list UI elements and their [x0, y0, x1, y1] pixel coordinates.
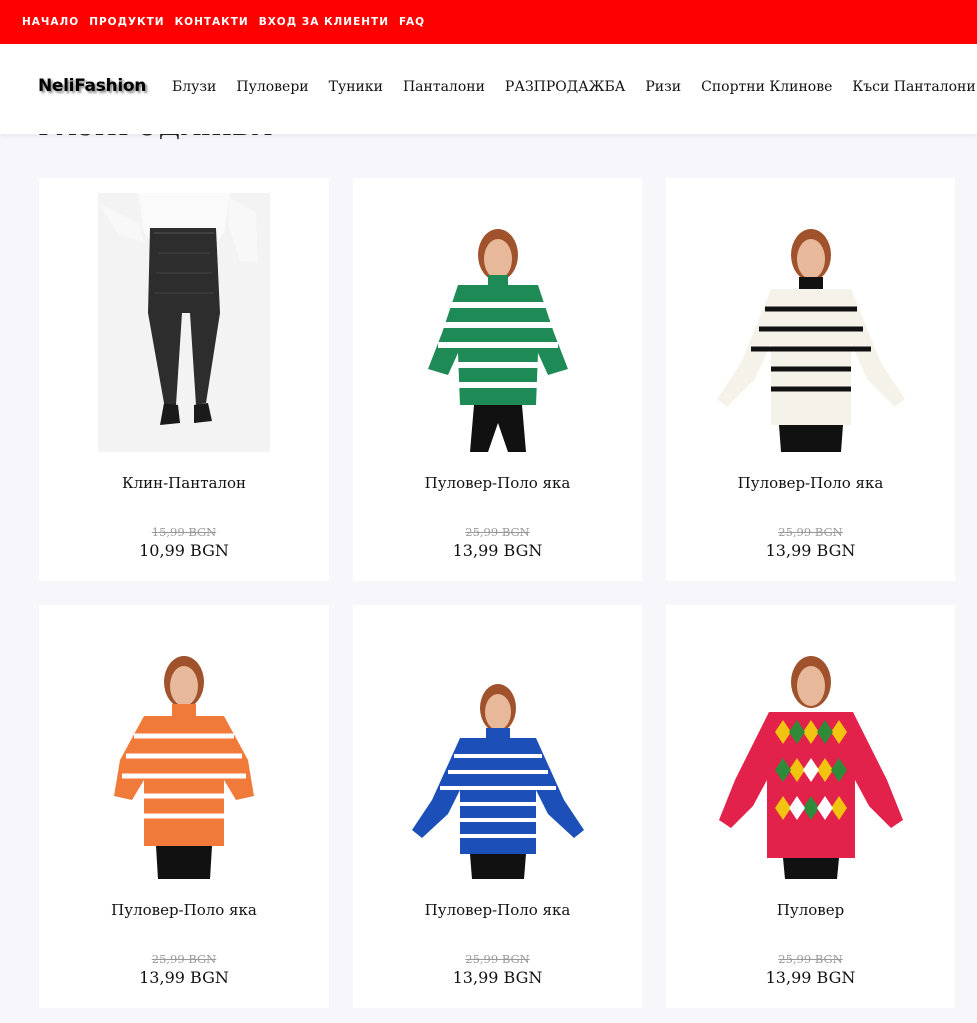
product-image-leggings[interactable] [98, 193, 270, 452]
site-header: NeliFashion Блузи Пуловери Туники Пантал… [0, 44, 977, 134]
nav-item-sport-leggings[interactable]: Спортни Клинове [701, 79, 832, 95]
product-image-orange-sweater[interactable] [64, 620, 304, 879]
top-link-contacts[interactable]: КОНТАКТИ [175, 16, 249, 28]
product-grid: Клин-Панталон 15,99 BGN 10,99 BGN Пулове… [39, 178, 955, 1008]
product-old-price: 25,99 BGN [778, 952, 843, 966]
product-price: 13,99 BGN [139, 968, 229, 987]
product-card[interactable]: Пуловер 25,99 BGN 13,99 BGN [666, 605, 955, 1008]
product-image-green-sweater[interactable] [377, 193, 618, 452]
nav-item-sweaters[interactable]: Пуловери [236, 79, 308, 95]
nav-item-blouses[interactable]: Блузи [172, 79, 216, 95]
nav-item-trousers[interactable]: Панталони [403, 79, 485, 95]
product-old-price: 25,99 BGN [778, 525, 843, 539]
product-image-multicolor-sweater[interactable] [690, 620, 931, 879]
main-nav: Блузи Пуловери Туники Панталони РАЗПРОДА… [172, 79, 977, 95]
product-image-white-sweater[interactable] [690, 193, 931, 452]
product-old-price: 25,99 BGN [465, 525, 530, 539]
top-link-products[interactable]: ПРОДУКТИ [89, 16, 164, 28]
site-logo[interactable]: NeliFashion [38, 76, 146, 96]
product-title[interactable]: Пуловер-Поло яка [39, 901, 329, 919]
product-card[interactable]: Пуловер-Поло яка 25,99 BGN 13,99 BGN [666, 178, 955, 581]
top-link-home[interactable]: НАЧАЛО [22, 16, 79, 28]
nav-item-shirts[interactable]: Ризи [645, 79, 681, 95]
product-card[interactable]: Клин-Панталон 15,99 BGN 10,99 BGN [39, 178, 329, 581]
product-old-price: 25,99 BGN [151, 952, 217, 966]
product-image-blue-sweater[interactable] [377, 620, 618, 879]
product-title[interactable]: Клин-Панталон [39, 474, 329, 492]
product-card[interactable]: Пуловер-Поло яка 25,99 BGN 13,99 BGN [353, 605, 642, 1008]
product-price: 13,99 BGN [452, 541, 543, 560]
product-card[interactable]: Пуловер-Поло яка 25,99 BGN 13,99 BGN [39, 605, 329, 1008]
product-price: 10,99 BGN [139, 541, 229, 560]
product-title[interactable]: Пуловер-Поло яка [666, 474, 955, 492]
top-link-client-login[interactable]: ВХОД ЗА КЛИЕНТИ [259, 16, 389, 28]
top-bar: НАЧАЛО ПРОДУКТИ КОНТАКТИ ВХОД ЗА КЛИЕНТИ… [0, 0, 977, 44]
product-title[interactable]: Пуловер [666, 901, 955, 919]
product-price: 13,99 BGN [765, 968, 856, 987]
nav-item-tunics[interactable]: Туники [329, 79, 383, 95]
product-price: 13,99 BGN [765, 541, 856, 560]
product-old-price: 25,99 BGN [465, 952, 530, 966]
nav-item-sale[interactable]: РАЗПРОДАЖБА [505, 79, 625, 95]
product-old-price: 15,99 BGN [151, 525, 217, 539]
product-card[interactable]: Пуловер-Поло яка 25,99 BGN 13,99 BGN [353, 178, 642, 581]
nav-item-shorts[interactable]: Къси Панталони [852, 79, 975, 95]
product-price: 13,99 BGN [452, 968, 543, 987]
top-link-faq[interactable]: FAQ [399, 16, 425, 28]
product-title[interactable]: Пуловер-Поло яка [353, 474, 642, 492]
product-title[interactable]: Пуловер-Поло яка [353, 901, 642, 919]
